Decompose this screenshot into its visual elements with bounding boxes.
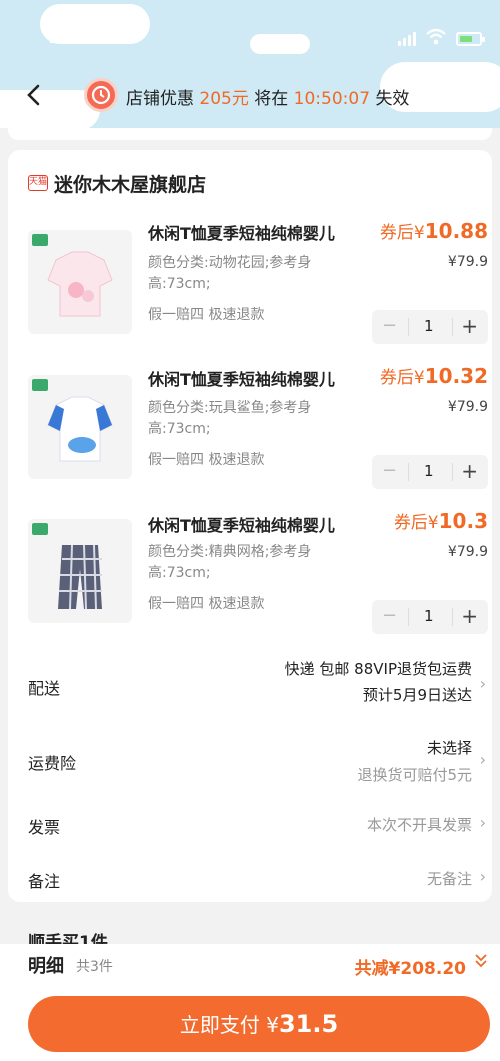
product-image[interactable] — [28, 519, 132, 623]
promo-banner: 店铺优惠 205元 将在 10:50:07 失效 — [126, 84, 409, 109]
item-service: 假一赔四 极速退款 — [148, 452, 265, 468]
quantity-value[interactable]: 1 — [424, 607, 434, 625]
item-spec[interactable]: 颜色分类:玩具鲨鱼;参考身高:73cm; — [148, 398, 358, 440]
item-price: 券后¥10.32 — [379, 364, 488, 388]
chevron-right-icon[interactable]: › — [480, 750, 486, 769]
item-service: 假一赔四 极速退款 — [148, 307, 265, 323]
item-title[interactable]: 休闲T恤夏季短袖纯棉婴儿 — [148, 366, 335, 390]
item-original-price: ¥79.9 — [447, 254, 488, 270]
product-image[interactable] — [28, 230, 132, 334]
decrease-button[interactable]: − — [382, 605, 397, 626]
delivery-estimate[interactable]: 预计5月9日送达 — [363, 684, 472, 705]
back-icon[interactable] — [22, 82, 48, 108]
item-service: 假一赔四 极速退款 — [148, 596, 265, 612]
nav-bar: 店铺优惠 205元 将在 10:50:07 失效 — [0, 74, 500, 118]
tmall-badge: 天猫 — [28, 175, 48, 191]
invoice-value[interactable]: 本次不开具发票 — [367, 814, 472, 835]
clock-icon — [84, 78, 118, 112]
status-time: 13:00 — [48, 28, 104, 47]
delivery-method[interactable]: 快递 包邮 88VIP退货包运费 — [285, 658, 472, 679]
chevron-right-icon[interactable]: › — [480, 674, 486, 693]
promo-suffix: 失效 — [375, 89, 410, 109]
item-spec[interactable]: 颜色分类:精典网格;参考身高:73cm; — [148, 542, 358, 584]
insurance-status[interactable]: 未选择 — [427, 737, 472, 758]
increase-button[interactable]: + — [461, 459, 478, 483]
remark-value[interactable]: 无备注 — [427, 868, 472, 889]
chevron-right-icon[interactable]: › — [480, 813, 486, 832]
quantity-stepper: − 1 + — [372, 600, 488, 634]
total-discount[interactable]: 共减¥208.20 — [355, 954, 466, 979]
shop-name[interactable]: 迷你木木屋旗舰店 — [54, 170, 206, 197]
item-count: 共3件 — [76, 959, 113, 975]
quantity-value[interactable]: 1 — [424, 462, 434, 480]
item-title[interactable]: 休闲T恤夏季短袖纯棉婴儿 — [148, 220, 335, 244]
wifi-icon — [426, 28, 446, 45]
insurance-detail[interactable]: 退换货可赔付5元 — [357, 764, 472, 785]
decrease-button[interactable]: − — [382, 460, 397, 481]
promo-countdown: 10:50:07 — [293, 89, 371, 109]
quantity-stepper: − 1 + — [372, 310, 488, 344]
pay-now-button[interactable]: 立即支付 ¥31.5 — [28, 996, 490, 1052]
remark-label: 备注 — [28, 872, 61, 891]
item-price: 券后¥10.88 — [379, 219, 488, 243]
product-image[interactable] — [28, 375, 132, 479]
delivery-label: 配送 — [28, 679, 61, 698]
insurance-label: 运费险 — [28, 754, 77, 773]
header: 13:00 店铺优惠 205元 将在 10:50:07 失效 — [0, 0, 500, 128]
item-original-price: ¥79.9 — [447, 399, 488, 415]
previous-card-edge — [8, 128, 492, 140]
quantity-value[interactable]: 1 — [424, 317, 434, 335]
promo-prefix: 店铺优惠 — [126, 89, 194, 109]
increase-button[interactable]: + — [461, 314, 478, 338]
item-price: 券后¥10.3 — [393, 509, 488, 533]
chevron-right-icon[interactable]: › — [480, 867, 486, 886]
item-spec[interactable]: 颜色分类:动物花园;参考身高:73cm; — [148, 253, 358, 295]
item-original-price: ¥79.9 — [447, 544, 488, 560]
decrease-button[interactable]: − — [382, 315, 397, 336]
item-title[interactable]: 休闲T恤夏季短袖纯棉婴儿 — [148, 512, 335, 536]
detail-label[interactable]: 明细 — [28, 952, 64, 978]
increase-button[interactable]: + — [461, 604, 478, 628]
invoice-label: 发票 — [28, 818, 61, 837]
status-bar: 13:00 — [0, 22, 500, 54]
chevron-down-icon[interactable] — [474, 952, 488, 972]
battery-icon — [456, 32, 485, 46]
promo-middle: 将在 — [254, 89, 289, 109]
promo-amount: 205元 — [199, 89, 249, 109]
signal-icon — [398, 32, 418, 46]
quantity-stepper: − 1 + — [372, 455, 488, 489]
